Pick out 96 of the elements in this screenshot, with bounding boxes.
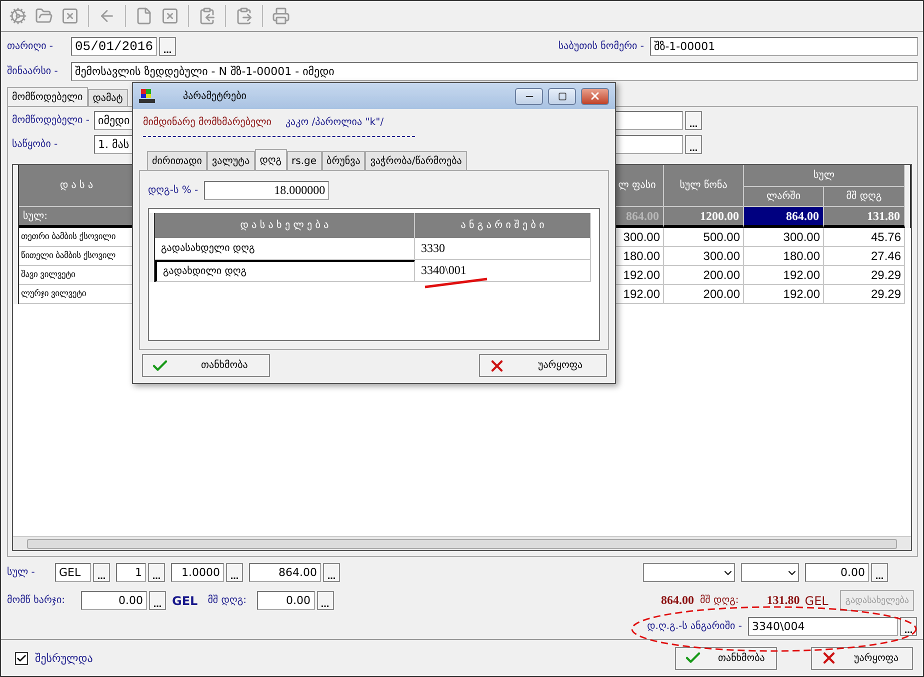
table-cell: 192.00 [744,285,824,304]
total-vat-amount: 131.80 [766,593,800,608]
date-label: თარიღი - [7,41,54,52]
column-header: დ ა ს ა ხ ე ლ ე ბ ა [155,213,415,238]
expenses-field[interactable]: 0.00 [81,591,147,610]
vat-label: მშ დღგ: [208,595,247,606]
supplier-picker-button[interactable]: ... [685,111,702,130]
vat-picker-button[interactable]: ... [316,591,334,610]
user-name: კაკო /პაროლია "k"/ [285,117,384,128]
currency-field[interactable]: GEL [55,563,91,582]
total-label: სულ: [19,207,135,228]
count-field[interactable]: 1 [116,563,146,582]
total-vat-label: მშ დღგ: [700,595,739,606]
app-icon [139,88,155,104]
warehouse-label: საწყობი - [12,139,59,150]
value-picker-button[interactable]: ... [871,563,888,582]
count-picker-button[interactable]: ... [148,563,165,582]
value-field[interactable]: 0.00 [805,563,869,582]
document-number-label: საბუთის ნომერი - [558,41,644,52]
vat-account-label: დ.ღ.გ.-ს ანგარიში - [647,621,742,632]
amount-field[interactable]: 864.00 [249,563,321,582]
warehouse-picker-button[interactable]: ... [685,135,702,154]
table-cell: 500.00 [664,228,744,247]
completed-label: შესრულდა [35,652,93,664]
maximize-button[interactable] [548,88,576,104]
total-label: სულ - [7,567,36,578]
table-cell: 200.00 [664,285,744,304]
table-cell: 29.29 [824,266,905,285]
table-cell: 180.00 [744,247,824,266]
supplier-label: მომწოდებელი - [12,115,90,126]
dropdown[interactable] [643,563,735,582]
expenses-label: მომწ ხარჯი: [7,595,66,606]
currency-picker-button[interactable]: ... [93,563,110,582]
rate-field[interactable]: 1.0000 [171,563,224,582]
tab[interactable]: rs.ge [286,151,322,170]
expenses-picker-button[interactable]: ... [149,591,166,610]
date-field[interactable]: 05/01/2016 [71,37,157,56]
horizontal-scrollbar[interactable] [13,536,911,550]
dropdown[interactable] [741,563,799,582]
warehouse-field[interactable]: 1. მას [94,135,134,154]
dialog-button[interactable]: უარყოფა [479,354,607,377]
vat-account-field[interactable]: 3340\004 [748,617,898,636]
close-button[interactable] [581,88,609,104]
content-field[interactable]: შემოსავლის ზედდებული - N შზ-1-00001 - იმედი [71,62,918,81]
dialog-button[interactable]: თანხმობა [675,646,777,670]
user-label: მიმდინარე მომხმარებელი [143,117,272,128]
date-picker-button[interactable]: ... [159,37,176,56]
table-cell: 192.00 [744,266,824,285]
tab[interactable]: ვალუტა [206,151,255,170]
amount-picker-button[interactable]: ... [323,563,340,582]
vat-percent-label: დღგ-ს % - [148,185,198,196]
document-number-field[interactable]: შზ-1-00001 [650,37,918,56]
supplier-field[interactable]: იმედი [94,111,134,130]
printer-icon[interactable] [270,5,292,27]
tab[interactable]: დამატ [88,89,128,106]
checkbox[interactable] [15,652,28,664]
currency-label: GEL [172,594,198,608]
table-cell: 3330 [415,238,591,260]
minimize-button[interactable] [515,88,543,104]
table-cell[interactable]: გადახდილი დღგ [155,260,415,282]
table-cell: 200.00 [664,266,744,285]
total-vat-currency: GEL [804,594,828,608]
maximize-icon [558,92,566,100]
tab[interactable]: დღგ [254,149,287,170]
tab[interactable]: ძირითადი [147,151,207,170]
table-cell: 3340\001 [415,260,591,282]
table-cell: 29.29 [824,285,905,304]
table-cell: 45.76 [824,228,905,247]
total-amount: 864.00 [660,593,694,608]
gear-icon[interactable] [7,5,29,27]
table-cell: 300.00 [744,228,824,247]
vat-account-picker-button[interactable]: ... [900,617,917,636]
vat-field[interactable]: 0.00 [256,591,315,610]
tab[interactable]: მომწოდებელი [7,87,88,106]
table-cell: 27.46 [824,247,905,266]
column-header: ლარში [744,186,824,207]
column-header: დ ა ს ა [19,165,135,207]
dialog-title: პარამეტრები [183,90,246,102]
total-cell[interactable]: 131.80 [824,207,905,228]
dialog-button[interactable]: თანხმობა [142,354,270,377]
tab[interactable]: ვაჭრობა/წარმოება [365,151,467,170]
dialog-button[interactable]: უარყოფა [811,646,913,670]
vat-percent-field[interactable]: 18.000000 [204,181,330,200]
column-header: მშ დღგ [824,186,905,207]
total-cell[interactable]: 1200.00 [664,207,744,228]
column-header: სულ წონა [664,165,744,207]
rate-picker-button[interactable]: ... [226,563,243,582]
column-group-header: სულ [744,165,905,186]
close-icon [589,90,601,102]
table-cell: 300.00 [664,247,744,266]
underline-mark [423,277,489,289]
column-header: ა ნ გ ა რ ი შ ე ბ ი [415,213,591,238]
total-cell[interactable]: 864.00 [744,207,824,228]
tab[interactable]: ბრუნვა [322,151,366,170]
content-label: შინაარსი - [7,66,59,77]
table-cell[interactable]: გადასახდელი დღგ [155,238,415,260]
